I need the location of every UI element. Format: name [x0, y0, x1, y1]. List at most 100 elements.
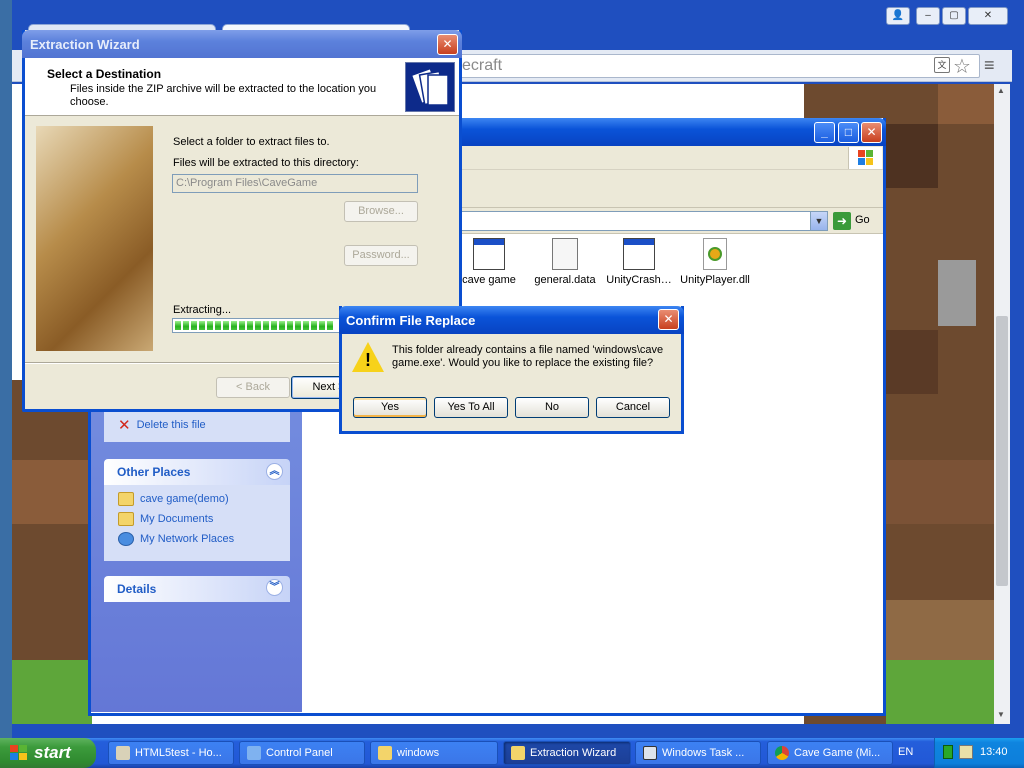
- network-tray-icon[interactable]: [959, 745, 973, 759]
- collapse-chevron-icon[interactable]: ︽: [266, 463, 283, 480]
- network-globe-icon: [118, 532, 134, 546]
- file-item[interactable]: UnityPlayer.dll: [670, 238, 760, 286]
- delete-x-icon: ✕: [118, 417, 131, 434]
- progress-block: [271, 321, 277, 330]
- progress-block: [255, 321, 261, 330]
- progress-block: [311, 321, 317, 330]
- windows-logo-icon: [10, 745, 28, 761]
- close-icon[interactable]: ✕: [968, 7, 1008, 25]
- window-icon: [623, 238, 655, 270]
- translate-icon[interactable]: 文: [934, 57, 950, 73]
- back-button[interactable]: < Back: [216, 377, 290, 398]
- cancel-button[interactable]: Cancel: [596, 397, 670, 418]
- taskbar-item-task-manager[interactable]: Windows Task ...: [635, 741, 761, 765]
- address-bar-text[interactable]: ecraft: [462, 57, 502, 75]
- clock[interactable]: 13:40: [980, 746, 1008, 758]
- progress-block: [279, 321, 285, 330]
- pixel-block: [938, 84, 994, 124]
- pixel-block: [886, 330, 938, 394]
- menu-icon[interactable]: ≡: [984, 55, 995, 76]
- other-place-link-cave-game[interactable]: cave game(demo): [118, 492, 229, 506]
- scroll-up-icon[interactable]: ▲: [997, 86, 1005, 95]
- delete-file-link[interactable]: ✕ Delete this file: [118, 416, 206, 434]
- taskbar-item-label: HTML5test - Ho...: [135, 747, 222, 759]
- address-dropdown-icon[interactable]: ▼: [810, 212, 827, 230]
- confirm-close-button[interactable]: ✕: [658, 309, 679, 330]
- delete-file-label[interactable]: Delete this file: [137, 419, 206, 431]
- other-place-label[interactable]: cave game(demo): [140, 493, 229, 505]
- progress-block: [303, 321, 309, 330]
- progress-block: [295, 321, 301, 330]
- explorer-minimize-button[interactable]: _: [814, 122, 835, 143]
- task-manager-icon: [643, 746, 657, 760]
- file-name: cave game: [462, 274, 516, 286]
- window-icon: [473, 238, 505, 270]
- minimize-icon[interactable]: –: [916, 7, 940, 25]
- file-name: UnityPlayer.dll: [680, 274, 750, 286]
- browse-button[interactable]: Browse...: [344, 201, 418, 222]
- yes-to-all-button[interactable]: Yes To All: [434, 397, 508, 418]
- wizard-title: Extraction Wizard: [30, 37, 140, 52]
- folder-icon: [511, 746, 525, 760]
- folder-icon: [378, 746, 392, 760]
- go-arrow-icon[interactable]: ➜: [833, 212, 851, 230]
- taskbar-item-label: Windows Task ...: [662, 747, 745, 759]
- address-bar[interactable]: [450, 54, 980, 78]
- taskbar-item-label: Cave Game (Mi...: [794, 747, 881, 759]
- progress-block: [207, 321, 213, 330]
- language-indicator[interactable]: EN: [898, 746, 913, 758]
- other-place-link-my-documents[interactable]: My Documents: [118, 512, 213, 526]
- scroll-down-icon[interactable]: ▼: [997, 710, 1005, 719]
- other-places-header[interactable]: Other Places: [104, 459, 290, 485]
- taskbar-item-extraction-wizard[interactable]: Extraction Wizard: [503, 741, 631, 765]
- taskbar-item-cave-game[interactable]: Cave Game (Mi...: [767, 741, 893, 765]
- wizard-close-button[interactable]: ✕: [437, 34, 458, 55]
- folder-icon: [118, 492, 134, 506]
- pixel-grass: [886, 660, 994, 724]
- password-button[interactable]: Password...: [344, 245, 418, 266]
- taskbar-item-html5test[interactable]: HTML5test - Ho...: [108, 741, 234, 765]
- wizard-side-image: [36, 126, 153, 351]
- data-file-icon: [552, 238, 578, 270]
- profile-icon[interactable]: 👤: [886, 7, 910, 25]
- wizard-header-title: Select a Destination: [47, 67, 162, 81]
- browser-icon: [116, 746, 130, 760]
- explorer-maximize-button[interactable]: □: [838, 122, 859, 143]
- explorer-close-button[interactable]: ✕: [861, 122, 882, 143]
- progress-block: [239, 321, 245, 330]
- no-button[interactable]: No: [515, 397, 589, 418]
- maximize-icon[interactable]: ▢: [942, 7, 966, 25]
- confirm-title: Confirm File Replace: [346, 313, 476, 328]
- go-button-label[interactable]: Go: [855, 214, 870, 226]
- other-place-link-network[interactable]: My Network Places: [118, 532, 234, 546]
- pixel-block: [938, 260, 976, 326]
- battery-icon[interactable]: [943, 745, 953, 759]
- progress-block: [191, 321, 197, 330]
- taskbar-item-windows[interactable]: windows: [370, 741, 498, 765]
- taskbar-item-label: Control Panel: [266, 747, 333, 759]
- progress-block: [263, 321, 269, 330]
- pixel-grass: [12, 660, 92, 724]
- details-header[interactable]: Details: [104, 576, 290, 602]
- progress-block: [287, 321, 293, 330]
- pixel-block: [886, 460, 994, 524]
- dll-gear-icon: [703, 238, 727, 270]
- progress-block: [327, 321, 333, 330]
- progress-block: [231, 321, 237, 330]
- browser-scroll-thumb[interactable]: [996, 316, 1008, 586]
- other-place-label[interactable]: My Network Places: [140, 533, 234, 545]
- file-name: UnityCrash…: [606, 274, 672, 286]
- explorer-address-input[interactable]: [460, 211, 828, 231]
- taskbar-item-control-panel[interactable]: Control Panel: [239, 741, 365, 765]
- pixel-block: [886, 600, 994, 660]
- expand-chevron-icon[interactable]: ︾: [266, 579, 283, 596]
- progress-block: [319, 321, 325, 330]
- progress-block: [215, 321, 221, 330]
- extraction-progress-bar: [172, 318, 342, 333]
- pixel-block: [12, 460, 88, 524]
- destination-field[interactable]: C:\Program Files\CaveGame: [172, 174, 418, 193]
- other-place-label[interactable]: My Documents: [140, 513, 213, 525]
- yes-button[interactable]: Yes: [353, 397, 427, 418]
- star-icon[interactable]: ☆: [953, 54, 971, 79]
- control-panel-icon: [247, 746, 261, 760]
